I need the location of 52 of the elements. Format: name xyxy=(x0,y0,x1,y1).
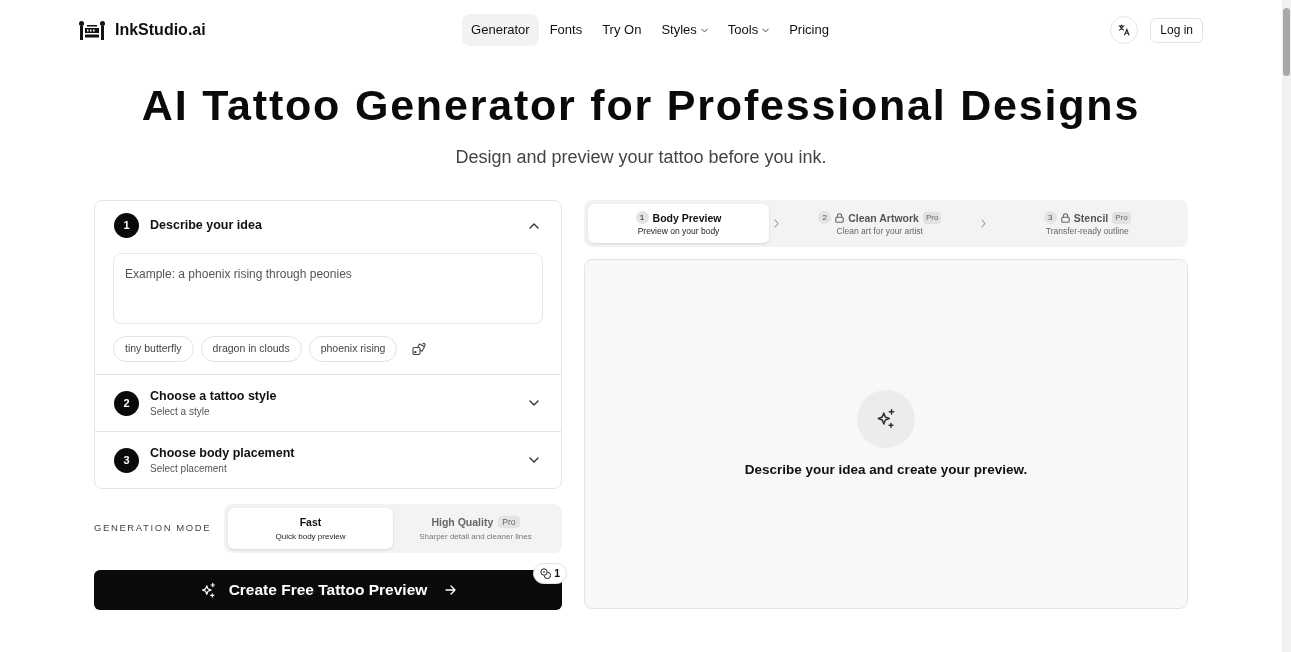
step-number: 2 xyxy=(114,390,139,416)
output-tab[interactable]: 1 Body Preview Preview on your body xyxy=(588,204,769,243)
mode-option[interactable]: High Quality Pro Sharper detail and cleaner lines xyxy=(393,508,558,549)
nav-link[interactable]: Fonts xyxy=(540,14,592,46)
chevron-right-icon xyxy=(773,219,779,228)
mode-subtitle: Sharper detail and cleaner lines xyxy=(419,531,532,542)
generation-mode-label: GENERATION MODE xyxy=(94,521,213,536)
tab-subtitle: Clean art for your artist xyxy=(836,225,923,237)
step-title[interactable]: Choose body placement xyxy=(150,444,529,462)
mode-option[interactable]: Fast Quick body preview xyxy=(228,508,393,549)
nav-link[interactable]: Styles xyxy=(652,14,717,46)
pro-badge: Pro xyxy=(498,516,520,528)
nav-link[interactable]: Pricing xyxy=(780,14,838,46)
preview-message: Describe your idea and create your preview. xyxy=(744,461,1028,479)
mode-title: Fast xyxy=(299,515,322,529)
arrow-right-icon xyxy=(445,585,457,595)
nav-link[interactable]: Tools xyxy=(718,14,779,46)
idea-input[interactable]: Example: a phoenix rising through peonies xyxy=(113,253,543,324)
step-title[interactable]: Describe your idea xyxy=(150,217,529,234)
step-number: 2 xyxy=(818,211,832,224)
scrollbar-thumb[interactable] xyxy=(1283,8,1290,76)
mode-subtitle: Quick body preview xyxy=(275,531,346,542)
chevron-right-icon xyxy=(981,219,986,228)
tab-title: Body Preview xyxy=(652,210,722,225)
nav-link[interactable]: Try On xyxy=(593,14,651,46)
step-number: 1 xyxy=(635,211,649,224)
scrollbar[interactable] xyxy=(1282,0,1291,652)
nav-link[interactable]: Generator xyxy=(462,14,539,46)
step-number: 3 xyxy=(114,447,139,473)
pro-badge: Pro xyxy=(922,211,942,224)
step-number: 3 xyxy=(1043,211,1057,224)
page-subtitle: Design and preview your tattoo before you ink. xyxy=(454,146,828,169)
tab-subtitle: Transfer-ready outline xyxy=(1045,225,1129,237)
tab-title: Stencil xyxy=(1073,210,1109,225)
step-title[interactable]: Choose a tattoo style xyxy=(150,387,529,405)
coins-icon xyxy=(540,568,552,579)
sparkle-icon xyxy=(199,581,217,599)
output-tab[interactable]: 2 Clean Artwork Pro Clean art for your artist xyxy=(783,204,977,243)
brand-name[interactable]: InkStudio.ai xyxy=(115,18,206,42)
tab-subtitle: Preview on your body xyxy=(637,225,720,237)
pro-badge: Pro xyxy=(1112,211,1131,224)
logo-icon xyxy=(79,20,105,40)
page-title: AI Tattoo Generator for Professional Designs xyxy=(140,81,1142,129)
mode-title: High Quality xyxy=(431,515,494,529)
dice-icon[interactable] xyxy=(412,342,427,356)
login-button[interactable]: Log in xyxy=(1150,17,1203,43)
output-tab[interactable]: 3 Stencil Pro Transfer-ready outline xyxy=(990,204,1184,243)
tab-title: Clean Artwork xyxy=(848,210,919,225)
step-subtitle: Select a style xyxy=(150,404,211,419)
step-number: 1 xyxy=(114,213,139,238)
step-subtitle: Select placement xyxy=(150,461,228,476)
translate-icon xyxy=(1118,24,1131,36)
